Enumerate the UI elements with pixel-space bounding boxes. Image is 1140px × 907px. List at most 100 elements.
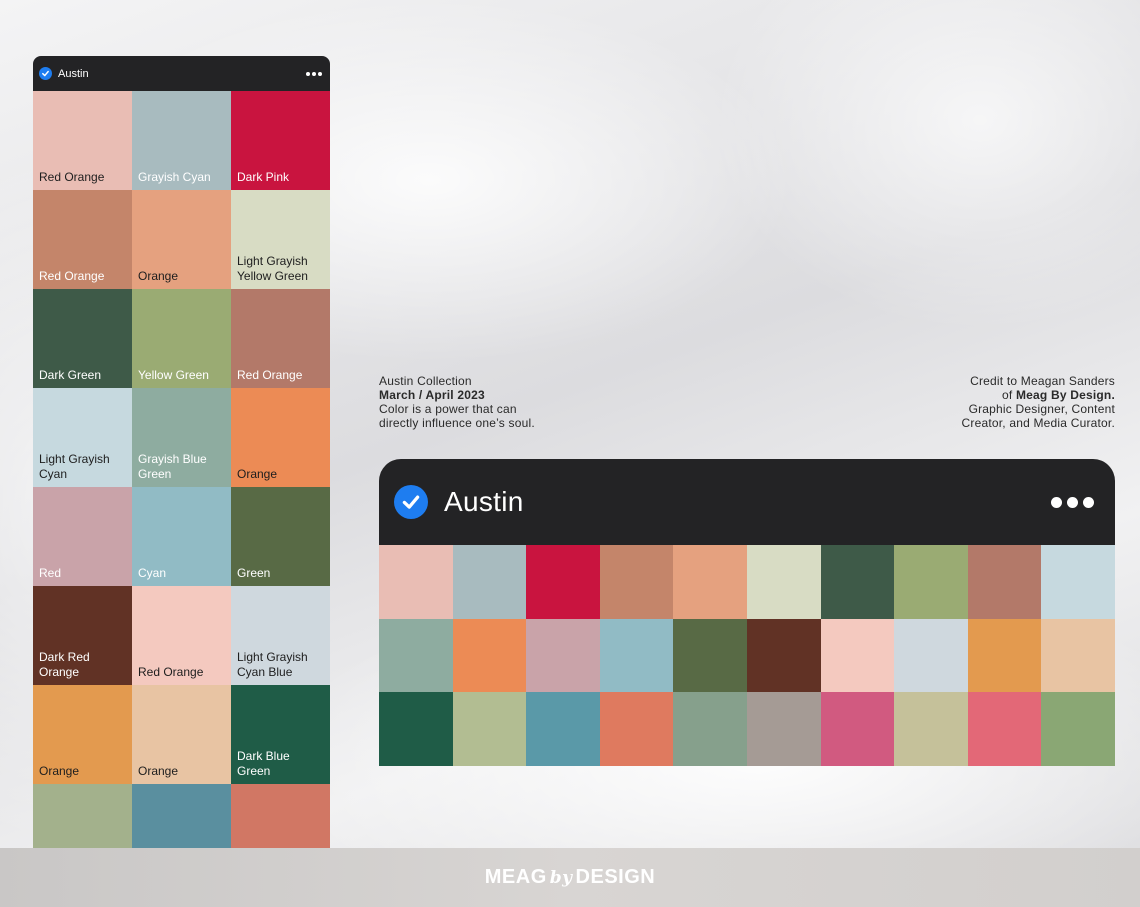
color-swatch[interactable]: Orange <box>132 685 231 784</box>
swatch-label: Red <box>39 566 62 580</box>
color-swatch[interactable]: Red <box>33 487 132 586</box>
color-swatch[interactable]: Dark Pink <box>231 91 330 190</box>
left-palette-card: Austin Red Orange Grayish Cyan Dark Pink Re… <box>33 56 330 848</box>
color-swatch[interactable]: Grayish Blue Green <box>132 388 231 487</box>
credit-prefix: of <box>1002 388 1016 402</box>
color-swatch[interactable]: Cyan <box>132 487 231 586</box>
palette-color-cell[interactable] <box>526 545 600 619</box>
swatch-label: Orange <box>138 764 179 778</box>
palette-color-cell[interactable] <box>820 692 895 766</box>
color-swatch[interactable]: Orange <box>132 190 231 289</box>
logo-text-by: by <box>549 868 573 888</box>
big-palette-title-group: Austin <box>394 485 524 519</box>
color-swatch[interactable]: Red Orange <box>231 289 330 388</box>
collection-quote-line1: Color is a power that can <box>379 402 517 416</box>
palette-color-cell[interactable] <box>967 545 1042 619</box>
more-options-icon[interactable] <box>1051 496 1094 508</box>
color-swatch[interactable]: Light Grayish Cyan <box>33 388 132 487</box>
color-swatch[interactable]: Light Grayish Cyan Blue <box>231 586 330 685</box>
swatch-label: Cyan <box>138 566 167 580</box>
credit-line4: Creator, and Media Curator. <box>961 416 1115 430</box>
swatch-label: Red Orange <box>237 368 303 382</box>
palette-color-cell[interactable] <box>746 692 821 766</box>
color-swatch[interactable]: Grayish Cyan <box>132 91 231 190</box>
swatch-label: Red Orange <box>39 170 105 184</box>
swatch-label: Green <box>237 566 271 580</box>
palette-color-cell[interactable] <box>746 618 821 693</box>
palette-color-cell[interactable] <box>599 618 674 693</box>
palette-color-cell[interactable] <box>379 618 453 693</box>
palette-color-cell[interactable] <box>1041 692 1115 766</box>
palette-color-cell[interactable] <box>599 545 674 619</box>
credit-info: Credit to Meagan Sanders of Meag By Desi… <box>875 374 1115 430</box>
palette-color-cell[interactable] <box>1041 545 1115 619</box>
palette-color-cell[interactable] <box>452 618 527 693</box>
swatch-label: Grayish Cyan <box>138 170 211 184</box>
color-swatch[interactable]: Red Orange <box>33 91 132 190</box>
collection-info: Austin Collection March / April 2023 Col… <box>379 374 619 430</box>
swatch-label: Orange <box>138 269 179 283</box>
credit-line3: Graphic Designer, Content <box>968 402 1115 416</box>
swatch-label: Grayish Blue Green <box>138 452 207 481</box>
swatch-label: Light Grayish Cyan Blue <box>237 650 308 679</box>
checkmark-icon[interactable] <box>394 485 428 519</box>
big-swatch-grid <box>379 545 1115 766</box>
color-swatch[interactable] <box>231 784 330 848</box>
color-swatch[interactable]: Dark Green <box>33 289 132 388</box>
left-palette-title-group: Austin <box>39 67 89 80</box>
swatch-label: Yellow Green <box>138 368 209 382</box>
color-swatch[interactable] <box>33 784 132 848</box>
swatch-label: Dark Red Orange <box>39 650 90 679</box>
palette-color-cell[interactable] <box>452 692 527 766</box>
color-swatch[interactable]: Red Orange <box>132 586 231 685</box>
swatch-label: Red Orange <box>138 665 204 679</box>
collection-date: March / April 2023 <box>379 388 485 402</box>
color-swatch[interactable]: Orange <box>231 388 330 487</box>
big-palette-title: Austin <box>444 486 524 517</box>
color-swatch[interactable] <box>132 784 231 848</box>
collection-name: Austin Collection <box>379 374 472 388</box>
credit-brand: Meag By Design. <box>1015 388 1115 402</box>
swatch-label: Red Orange <box>39 269 105 283</box>
credit-line1: Credit to Meagan Sanders <box>970 374 1115 388</box>
color-swatch[interactable]: Dark Red Orange <box>33 586 132 685</box>
color-swatch[interactable]: Light Grayish Yellow Green <box>231 190 330 289</box>
checkmark-icon[interactable] <box>39 67 52 80</box>
color-swatch[interactable]: Orange <box>33 685 132 784</box>
footer-bar: MEAG by DESIGN <box>0 848 1140 907</box>
credit-line2: of Meag By Design. <box>875 388 1115 402</box>
swatch-label: Dark Green <box>39 368 102 382</box>
palette-color-cell[interactable] <box>379 692 453 766</box>
left-palette-header: Austin <box>33 56 330 91</box>
palette-color-cell[interactable] <box>526 692 600 766</box>
big-palette-card: Austin <box>379 459 1115 766</box>
left-palette-title: Austin <box>58 67 89 80</box>
palette-color-cell[interactable] <box>673 545 747 619</box>
big-palette-header: Austin <box>379 459 1115 545</box>
palette-color-cell[interactable] <box>526 618 600 693</box>
palette-color-cell[interactable] <box>452 545 527 619</box>
palette-color-cell[interactable] <box>967 692 1042 766</box>
palette-color-cell[interactable] <box>820 618 895 693</box>
more-options-icon[interactable] <box>306 71 322 76</box>
brand-logo: MEAG by DESIGN <box>485 866 655 889</box>
palette-color-cell[interactable] <box>599 692 674 766</box>
color-swatch[interactable]: Red Orange <box>33 190 132 289</box>
palette-color-cell[interactable] <box>673 618 747 693</box>
palette-color-cell[interactable] <box>379 545 453 619</box>
palette-color-cell[interactable] <box>820 545 895 619</box>
palette-color-cell[interactable] <box>673 692 747 766</box>
palette-color-cell[interactable] <box>967 618 1042 693</box>
swatch-label: Light Grayish Cyan <box>39 452 110 481</box>
logo-text-design: DESIGN <box>575 866 656 888</box>
swatch-label: Dark Blue Green <box>237 749 290 778</box>
palette-color-cell[interactable] <box>894 618 968 693</box>
color-swatch[interactable]: Dark Blue Green <box>231 685 330 784</box>
palette-color-cell[interactable] <box>746 545 821 619</box>
palette-color-cell[interactable] <box>1041 618 1115 693</box>
color-swatch[interactable]: Yellow Green <box>132 289 231 388</box>
palette-color-cell[interactable] <box>894 692 968 766</box>
color-swatch[interactable]: Green <box>231 487 330 586</box>
swatch-label: Light Grayish Yellow Green <box>237 254 308 283</box>
palette-color-cell[interactable] <box>894 545 968 619</box>
